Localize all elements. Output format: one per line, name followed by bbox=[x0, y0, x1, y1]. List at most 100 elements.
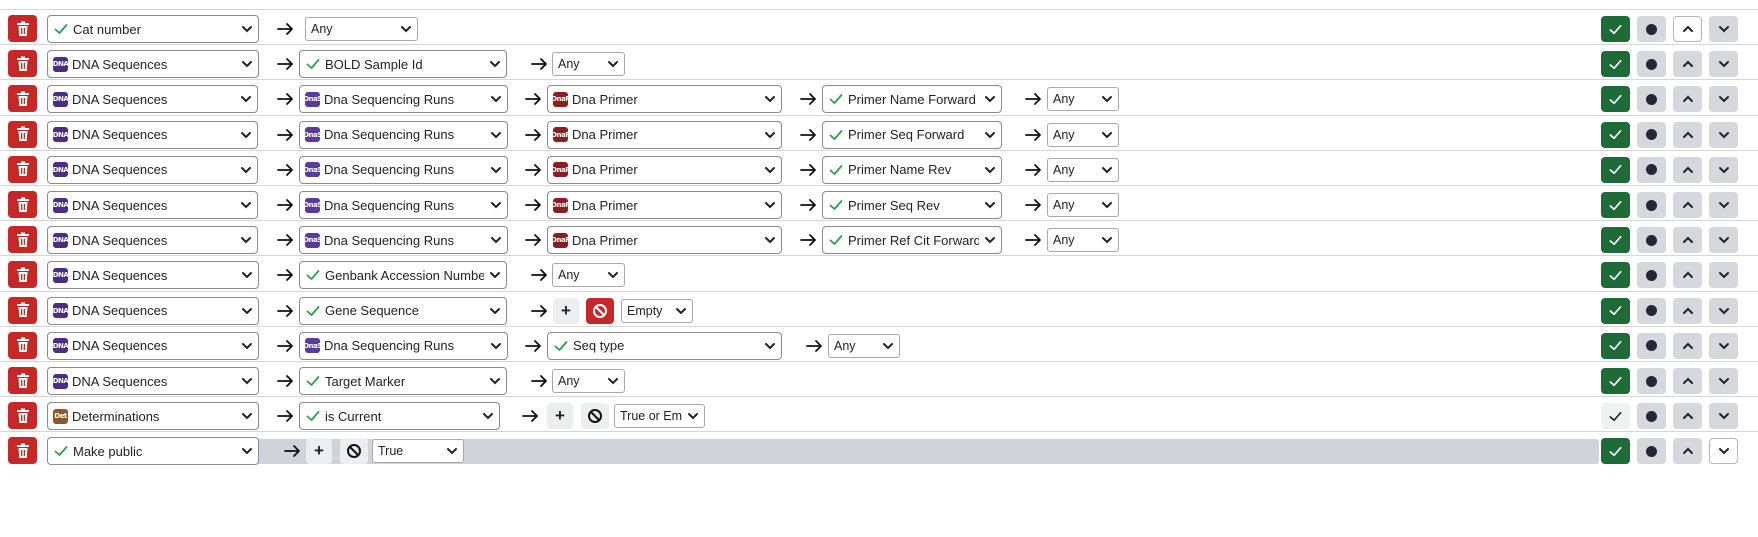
delete-button[interactable] bbox=[8, 155, 37, 183]
sort-button[interactable] bbox=[1637, 438, 1666, 465]
display-toggle-button[interactable] bbox=[1601, 262, 1630, 289]
value-select[interactable]: Any bbox=[552, 369, 625, 393]
delete-button[interactable] bbox=[8, 296, 37, 324]
sort-button[interactable] bbox=[1637, 297, 1666, 324]
display-toggle-button[interactable] bbox=[1601, 156, 1630, 183]
field-select[interactable]: Primer Seq Rev bbox=[822, 191, 1002, 219]
field-select[interactable]: DNA DNA Sequences bbox=[47, 120, 258, 149]
sort-button[interactable] bbox=[1637, 51, 1666, 78]
field-select[interactable]: Cat number bbox=[47, 15, 259, 43]
delete-button[interactable] bbox=[8, 331, 37, 359]
display-toggle-button[interactable] bbox=[1601, 51, 1630, 78]
sort-button[interactable] bbox=[1637, 86, 1666, 113]
field-select[interactable]: Seq type bbox=[547, 331, 782, 360]
display-toggle-button[interactable] bbox=[1601, 332, 1630, 359]
sort-button[interactable] bbox=[1637, 121, 1666, 148]
move-down-button[interactable] bbox=[1709, 227, 1738, 254]
value-select[interactable]: Any bbox=[1047, 228, 1119, 253]
value-select[interactable]: True bbox=[372, 439, 464, 464]
value-select[interactable]: True or Empty bbox=[614, 404, 705, 429]
move-up-button[interactable] bbox=[1673, 403, 1702, 430]
field-select[interactable]: DNA DNA Sequences bbox=[47, 155, 258, 184]
field-select[interactable]: BOLD Sample Id bbox=[299, 50, 507, 79]
field-select[interactable]: Primer Seq Forward bbox=[822, 120, 1002, 149]
value-select[interactable]: Any bbox=[1047, 87, 1119, 112]
field-select[interactable]: DnaS Dna Sequencing Runs bbox=[299, 191, 508, 219]
delete-button[interactable] bbox=[8, 226, 37, 254]
field-select[interactable]: Make public bbox=[47, 437, 259, 466]
move-down-button[interactable] bbox=[1709, 403, 1738, 430]
move-up-button[interactable] bbox=[1673, 192, 1702, 218]
delete-button[interactable] bbox=[8, 85, 37, 113]
field-select[interactable]: DnaP Dna Primer bbox=[547, 120, 782, 149]
value-select[interactable]: Any bbox=[828, 333, 900, 358]
display-toggle-button[interactable] bbox=[1601, 192, 1630, 218]
display-toggle-button[interactable] bbox=[1601, 438, 1630, 465]
move-down-button[interactable] bbox=[1709, 332, 1738, 359]
field-select[interactable]: Genbank Accession Number bbox=[299, 261, 507, 290]
delete-button[interactable] bbox=[8, 120, 37, 148]
sort-button[interactable] bbox=[1637, 368, 1666, 394]
field-select[interactable]: DnaS Dna Sequencing Runs bbox=[299, 226, 508, 255]
move-down-button[interactable] bbox=[1709, 121, 1738, 148]
value-select[interactable]: Any bbox=[1047, 122, 1119, 147]
move-up-button[interactable] bbox=[1673, 16, 1702, 42]
field-select[interactable]: DNA DNA Sequences bbox=[47, 367, 259, 395]
move-down-button[interactable] bbox=[1709, 438, 1738, 465]
add-button[interactable]: + bbox=[547, 403, 573, 430]
add-button[interactable]: + bbox=[553, 297, 579, 324]
value-select[interactable]: Empty bbox=[621, 298, 693, 323]
delete-button[interactable] bbox=[8, 402, 37, 430]
field-select[interactable]: Primer Name Rev bbox=[822, 155, 1002, 184]
negate-button[interactable] bbox=[581, 403, 609, 430]
field-select[interactable]: Primer Name Forward bbox=[822, 85, 1002, 114]
field-select[interactable]: Det Determinations bbox=[47, 402, 259, 431]
delete-button[interactable] bbox=[8, 261, 37, 289]
value-select[interactable]: Any bbox=[552, 52, 625, 77]
value-select[interactable]: Any bbox=[1047, 157, 1119, 182]
field-select[interactable]: DNA DNA Sequences bbox=[47, 191, 258, 219]
move-up-button[interactable] bbox=[1673, 262, 1702, 289]
move-down-button[interactable] bbox=[1709, 192, 1738, 218]
delete-button[interactable] bbox=[8, 50, 37, 78]
field-select[interactable]: Target Marker bbox=[299, 367, 507, 395]
field-select[interactable]: Primer Ref Cit Forward bbox=[822, 226, 1002, 255]
delete-button[interactable] bbox=[8, 367, 37, 394]
move-down-button[interactable] bbox=[1709, 368, 1738, 394]
sort-button[interactable] bbox=[1637, 227, 1666, 254]
move-up-button[interactable] bbox=[1673, 297, 1702, 324]
sort-button[interactable] bbox=[1637, 192, 1666, 218]
sort-button[interactable] bbox=[1637, 156, 1666, 183]
display-toggle-button[interactable] bbox=[1601, 16, 1630, 42]
add-button[interactable]: + bbox=[306, 438, 332, 465]
field-select[interactable]: DNA DNA Sequences bbox=[47, 331, 259, 360]
display-toggle-button[interactable] bbox=[1601, 121, 1630, 148]
field-select[interactable]: DNA DNA Sequences bbox=[47, 50, 259, 79]
move-up-button[interactable] bbox=[1673, 156, 1702, 183]
move-down-button[interactable] bbox=[1709, 262, 1738, 289]
negate-button[interactable] bbox=[340, 438, 368, 465]
field-select[interactable]: DnaP Dna Primer bbox=[547, 155, 782, 184]
field-select[interactable]: DNA DNA Sequences bbox=[47, 261, 259, 290]
display-toggle-button[interactable] bbox=[1601, 368, 1630, 394]
move-up-button[interactable] bbox=[1673, 227, 1702, 254]
field-select[interactable]: DnaP Dna Primer bbox=[547, 85, 782, 114]
field-select[interactable]: is Current bbox=[299, 402, 500, 431]
move-up-button[interactable] bbox=[1673, 121, 1702, 148]
field-select[interactable]: DNA DNA Sequences bbox=[47, 85, 258, 114]
display-toggle-button[interactable] bbox=[1601, 227, 1630, 254]
field-select[interactable]: DnaS Dna Sequencing Runs bbox=[299, 155, 508, 184]
field-select[interactable]: Gene Sequence bbox=[299, 296, 507, 325]
field-select[interactable]: DnaS Dna Sequencing Runs bbox=[299, 120, 508, 149]
delete-button[interactable] bbox=[8, 15, 37, 42]
field-select[interactable]: DnaP Dna Primer bbox=[547, 191, 782, 219]
sort-button[interactable] bbox=[1637, 262, 1666, 289]
move-down-button[interactable] bbox=[1709, 156, 1738, 183]
value-select[interactable]: Any bbox=[1047, 193, 1119, 217]
value-select[interactable]: Any bbox=[305, 17, 418, 41]
delete-button[interactable] bbox=[8, 191, 37, 218]
move-up-button[interactable] bbox=[1673, 368, 1702, 394]
move-up-button[interactable] bbox=[1673, 51, 1702, 78]
move-up-button[interactable] bbox=[1673, 332, 1702, 359]
delete-button[interactable] bbox=[8, 437, 37, 465]
